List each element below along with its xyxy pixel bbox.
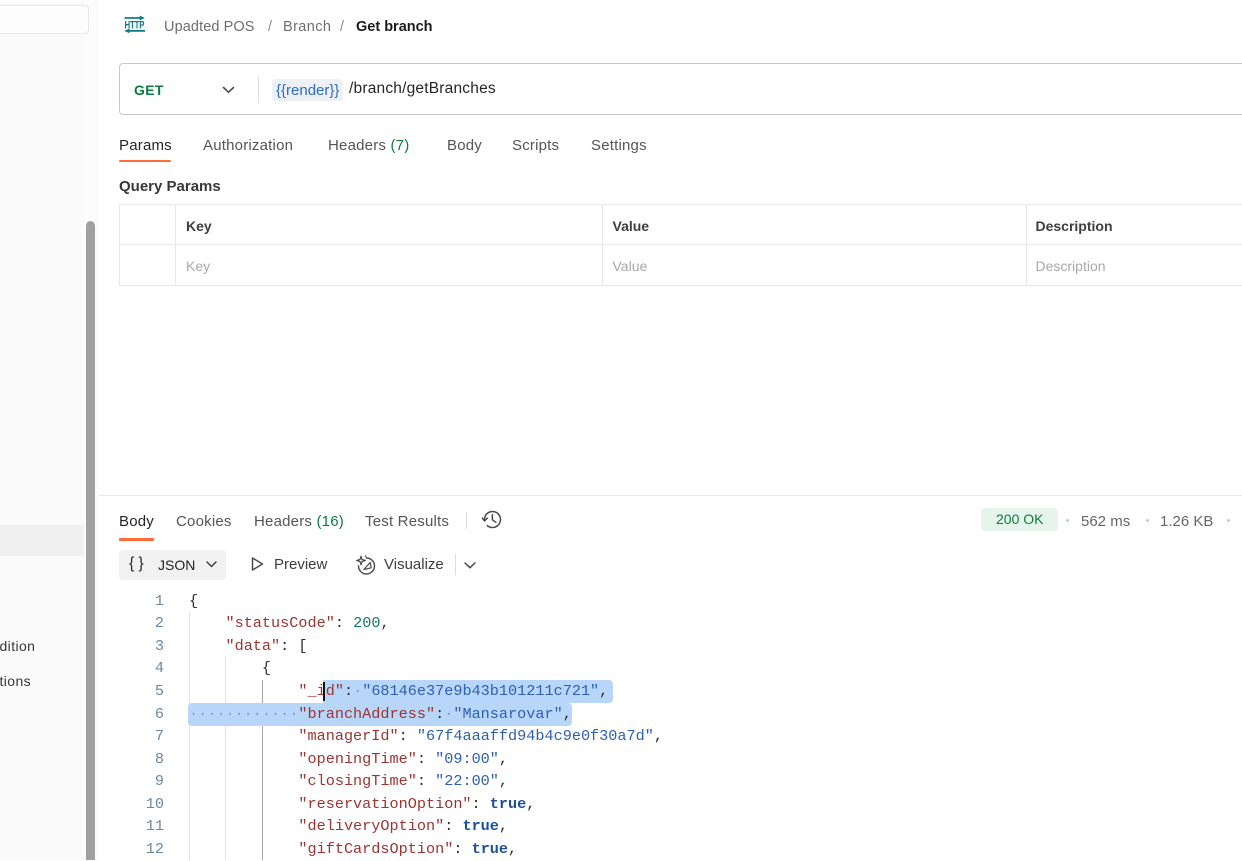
svg-text:HTTP: HTTP: [125, 19, 145, 32]
